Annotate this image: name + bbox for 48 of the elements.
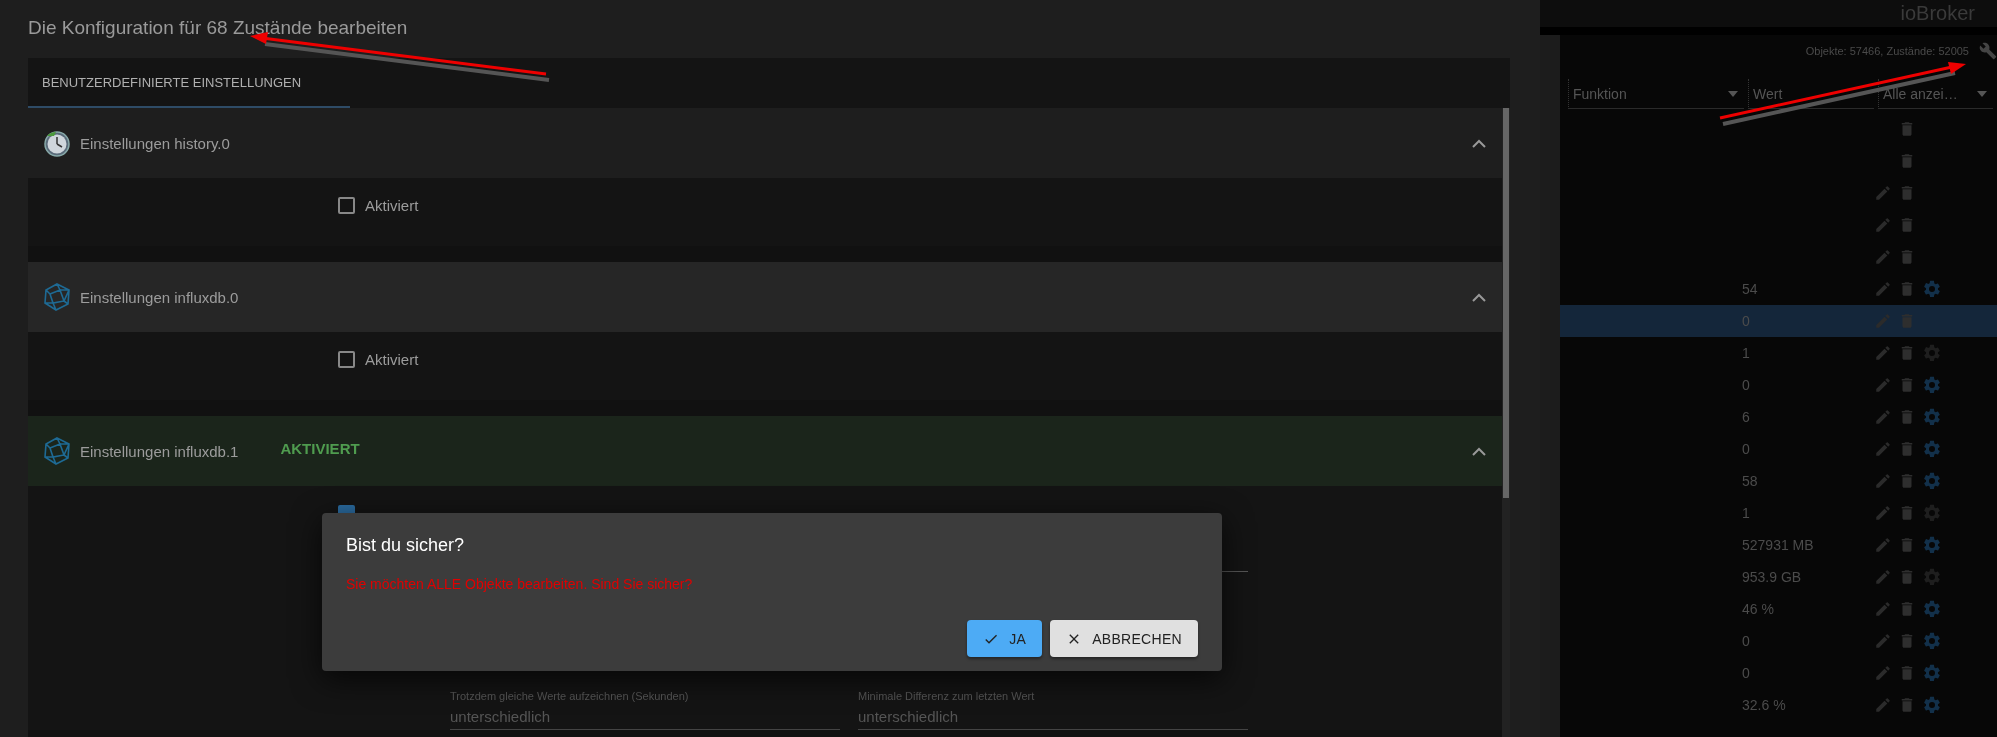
checkbox-label: Aktiviert: [365, 351, 419, 368]
accordion-header[interactable]: Einstellungen history.0: [28, 108, 1502, 178]
accordion-header[interactable]: Einstellungen influxdb.1 AKTIVIERT: [28, 416, 1502, 486]
table-row[interactable]: 0: [1560, 625, 1997, 657]
confirm-title: Bist du sicher?: [346, 535, 466, 556]
table-row[interactable]: 0: [1560, 657, 1997, 689]
stats-text: Objekte: 57466, Zustände: 52005: [1805, 45, 1969, 57]
dialog-title: Die Konfiguration für 68 Zustände bearbeiten: [28, 16, 409, 40]
column-header[interactable]: Wert: [1748, 79, 1874, 109]
value-text: 1: [1742, 505, 1751, 521]
value-text: 58: [1742, 473, 1759, 489]
table-row[interactable]: 54: [1560, 273, 1997, 305]
table-row[interactable]: 1: [1560, 497, 1997, 529]
value-text: 527931 MB: [1742, 537, 1815, 553]
value-text: 0: [1742, 441, 1751, 457]
table-row[interactable]: 6: [1560, 401, 1997, 433]
field-label: Minimale Differenz zum letzten Wert: [858, 690, 1036, 702]
table-row[interactable]: 46 %: [1560, 593, 1997, 625]
table-row[interactable]: 953.9 GB: [1560, 561, 1997, 593]
warning-message: Sie möchten ALLE Objekte bearbeiten. Sind Sie sicher?: [346, 576, 694, 592]
value-text: 953.9 GB: [1742, 569, 1803, 585]
table-row[interactable]: 58: [1560, 465, 1997, 497]
select-field[interactable]: unterschiedlich: [858, 708, 1248, 730]
confirm-button[interactable]: JA: [967, 620, 1043, 657]
field-label: Trotzdem gleiche Werte aufzeichnen (Sekunden): [450, 690, 690, 702]
value-text: 46 %: [1742, 601, 1775, 617]
value-text: 0: [1742, 377, 1751, 393]
value-text: 0: [1742, 633, 1751, 649]
value-text: 54: [1742, 281, 1759, 297]
select-field[interactable]: unterschiedlich: [450, 708, 840, 730]
table-row[interactable]: 32.6 %: [1560, 689, 1997, 721]
value-text: 6: [1742, 409, 1751, 425]
table-row[interactable]: 1: [1560, 337, 1997, 369]
cancel-button[interactable]: ABBRECHEN: [1050, 620, 1198, 657]
value-text: 1: [1742, 345, 1751, 361]
value-text: 32.6 %: [1742, 697, 1787, 713]
section-title: Einstellungen influxdb.0: [80, 288, 239, 306]
section-title: Einstellungen history.0: [80, 134, 230, 152]
table-row[interactable]: 0: [1560, 433, 1997, 465]
table-row[interactable]: 527931 MB: [1560, 529, 1997, 561]
column-header[interactable]: Alle anzei…: [1878, 79, 1993, 109]
accordion-header[interactable]: Einstellungen influxdb.0: [28, 262, 1502, 332]
value-text: 0: [1742, 665, 1751, 681]
checkbox-label: Aktiviert: [365, 197, 419, 214]
table-row[interactable]: 0: [1560, 369, 1997, 401]
section-title: Einstellungen influxdb.1: [80, 442, 239, 460]
status-label: AKTIVIERT: [280, 439, 360, 457]
column-header[interactable]: Funktion: [1568, 79, 1744, 109]
